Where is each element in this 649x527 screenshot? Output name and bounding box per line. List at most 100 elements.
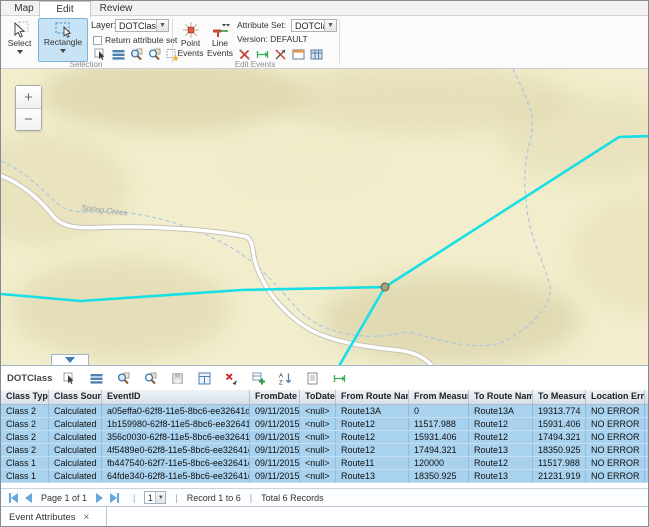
table-cell: Calculated bbox=[49, 470, 102, 482]
event-attributes-table-icon[interactable] bbox=[309, 47, 323, 61]
measure-icon[interactable] bbox=[332, 371, 346, 385]
previous-page-button[interactable] bbox=[25, 493, 32, 503]
table-cell: 0 bbox=[409, 405, 469, 417]
svg-text:Z: Z bbox=[279, 380, 283, 384]
column-header-to-measure[interactable]: To Measure bbox=[533, 390, 586, 404]
event-attributes-window-icon[interactable] bbox=[291, 47, 305, 61]
route-junction-marker[interactable] bbox=[381, 283, 389, 291]
table-cell: Calculated bbox=[49, 431, 102, 443]
column-header-class-type[interactable]: Class Type bbox=[1, 390, 49, 404]
table-cell: Route12 bbox=[469, 431, 533, 443]
tab-edit[interactable]: Edit bbox=[39, 1, 91, 17]
return-attribute-set-checkbox[interactable] bbox=[93, 36, 102, 45]
svg-text:A: A bbox=[279, 373, 283, 379]
column-header-to-route-name[interactable]: To Route Name bbox=[469, 390, 533, 404]
first-page-button[interactable] bbox=[9, 493, 18, 503]
chevron-down-icon[interactable]: ▼ bbox=[324, 20, 336, 31]
next-page-button[interactable] bbox=[96, 493, 103, 503]
attribute-set-dropdown-value: DOTClass bbox=[292, 21, 324, 31]
chevron-down-icon[interactable]: ▼ bbox=[155, 492, 165, 503]
page-label: Page 1 of 1 bbox=[41, 493, 87, 503]
table-cell: 17494.321 bbox=[533, 431, 586, 443]
table-cell: 09/11/2015 bbox=[250, 418, 300, 430]
table-cell: Route13 bbox=[336, 470, 409, 482]
measure-event-icon[interactable] bbox=[255, 47, 269, 61]
zoom-to-selection-icon[interactable] bbox=[129, 47, 143, 61]
add-record-icon[interactable] bbox=[251, 371, 265, 385]
table-cell: Calculated bbox=[49, 457, 102, 469]
table-cell: 18350.925 bbox=[409, 470, 469, 482]
table-cell: <null> bbox=[300, 457, 336, 469]
table-cell: 21231.919 bbox=[533, 470, 586, 482]
notes-icon[interactable] bbox=[305, 371, 319, 385]
table-row[interactable]: Class 1Calculatedfb447540-62f7-11e5-8bc6… bbox=[1, 457, 649, 470]
merge-event-icon[interactable] bbox=[273, 47, 287, 61]
tab-event-attributes[interactable]: Event Attributes × bbox=[1, 507, 107, 527]
rectangle-button-label: Rectangle bbox=[44, 38, 82, 48]
layer-dropdown[interactable]: DOTClass ▼ bbox=[115, 19, 169, 32]
select-button[interactable]: Select bbox=[4, 18, 35, 64]
field-calculator-icon[interactable] bbox=[197, 371, 211, 385]
split-event-icon[interactable] bbox=[237, 47, 251, 61]
column-header-todate[interactable]: ToDate bbox=[300, 390, 336, 404]
pan-to-selected-icon[interactable] bbox=[143, 371, 157, 385]
table-cell: <null> bbox=[300, 405, 336, 417]
column-header-fromdate[interactable]: FromDate bbox=[250, 390, 300, 404]
close-icon[interactable]: × bbox=[84, 512, 90, 523]
table-cell: <null> bbox=[300, 431, 336, 443]
table-cell: 11517.988 bbox=[533, 457, 586, 469]
page-number-dropdown[interactable]: 1 ▼ bbox=[144, 491, 166, 504]
table-cell: NO ERROR bbox=[586, 405, 645, 417]
edit-events-group-label: Edit Events bbox=[173, 60, 337, 69]
table-cell: Route12 bbox=[469, 457, 533, 469]
table-cell: 09/11/2015 bbox=[250, 470, 300, 482]
total-records-label: Total 6 Records bbox=[261, 493, 324, 503]
attribute-set-label: Attribute Set: bbox=[237, 20, 286, 30]
rectangle-select-button[interactable]: Rectangle bbox=[38, 18, 88, 62]
show-selected-icon[interactable] bbox=[89, 371, 103, 385]
selection-icon-row bbox=[93, 47, 179, 61]
table-row[interactable]: Class 2Calculated356c0030-62f8-11e5-8bc6… bbox=[1, 431, 649, 444]
panel-collapse-tab[interactable] bbox=[51, 354, 89, 365]
column-header-eventid[interactable]: EventID bbox=[102, 390, 250, 404]
attribute-set-dropdown[interactable]: DOTClass ▼ bbox=[291, 19, 337, 32]
collapse-arrow-icon bbox=[65, 357, 75, 363]
zoom-to-selected-icon[interactable] bbox=[116, 371, 130, 385]
sort-icon[interactable]: AZ bbox=[278, 371, 292, 385]
delete-record-icon[interactable] bbox=[224, 371, 238, 385]
column-header-from-route-name[interactable]: From Route Name bbox=[336, 390, 409, 404]
table-row[interactable]: Class 2Calculated4f5489e0-62f8-11e5-8bc6… bbox=[1, 444, 649, 457]
line-events-button[interactable]: Line Events bbox=[206, 18, 234, 64]
table-cell: <null> bbox=[300, 444, 336, 456]
save-icon[interactable] bbox=[170, 371, 184, 385]
column-header-from-measure[interactable]: From Measure bbox=[409, 390, 469, 404]
pagination-bar: Page 1 of 1 | 1 ▼ | Record 1 to 6 | Tota… bbox=[1, 488, 649, 506]
table-row[interactable]: Class 1Calculated64fde340-62f8-11e5-8bc6… bbox=[1, 470, 649, 483]
zoom-in-button[interactable]: + bbox=[16, 86, 41, 108]
select-button-label: Select bbox=[8, 39, 32, 49]
tab-map[interactable]: Map bbox=[7, 1, 41, 16]
table-cell: fb447540-62f7-11e5-8bc6-ee32641d5ec9 bbox=[102, 457, 250, 469]
table-cell: 64fde340-62f8-11e5-8bc6-ee32641d5ec9 bbox=[102, 470, 250, 482]
bottom-tab-bar: Event Attributes × bbox=[1, 506, 649, 527]
chevron-down-icon[interactable]: ▼ bbox=[156, 20, 168, 31]
pan-to-selection-icon[interactable] bbox=[147, 47, 161, 61]
last-page-button[interactable] bbox=[110, 493, 119, 503]
select-features-icon[interactable] bbox=[93, 47, 107, 61]
column-header-class-source[interactable]: Class Source bbox=[49, 390, 102, 404]
point-events-button[interactable]: Point Events bbox=[176, 18, 205, 64]
zoom-out-button[interactable]: − bbox=[16, 108, 41, 130]
map-view[interactable]: Spring Creek + − bbox=[1, 69, 649, 365]
table-cell: 120000 bbox=[409, 457, 469, 469]
version-label: Version: DEFAULT bbox=[237, 34, 308, 44]
select-records-icon[interactable] bbox=[62, 371, 76, 385]
selection-list-icon[interactable] bbox=[111, 47, 125, 61]
page-number-value: 1 bbox=[145, 493, 155, 503]
table-cell: <null> bbox=[300, 470, 336, 482]
table-row[interactable]: Class 2Calculateda05effa0-62f8-11e5-8bc6… bbox=[1, 405, 649, 418]
table-layer-title: DOTClass bbox=[7, 373, 52, 384]
tab-review[interactable]: Review bbox=[93, 1, 139, 16]
ribbon-group-separator bbox=[172, 19, 173, 63]
column-header-location-error[interactable]: Location Error bbox=[586, 390, 645, 404]
table-row[interactable]: Class 2Calculated1b159980-62f8-11e5-8bc6… bbox=[1, 418, 649, 431]
